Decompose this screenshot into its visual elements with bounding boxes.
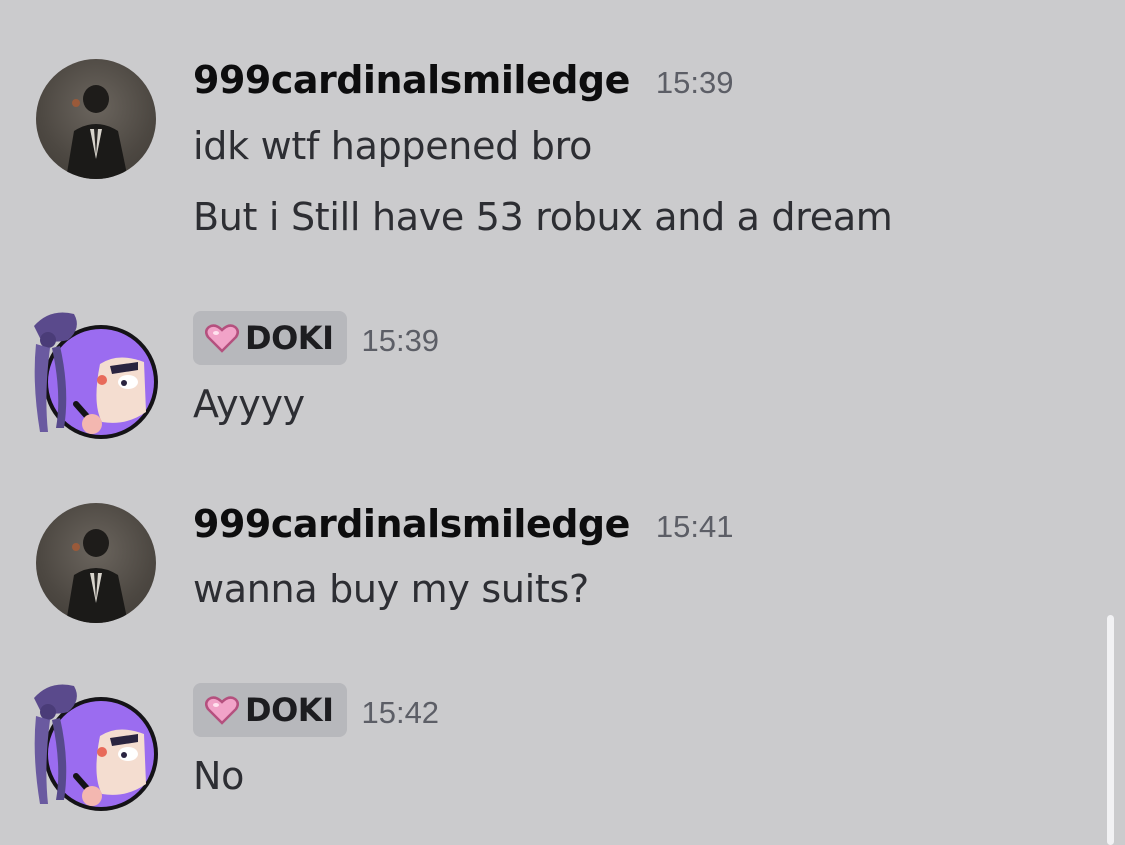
chat-message-list[interactable]: 999cardinalsmiledge 15:39 idk wtf happen… [0, 0, 1125, 845]
username: DOKI [245, 319, 334, 357]
user-avatar[interactable] [22, 676, 162, 816]
scrollbar[interactable] [1107, 615, 1114, 845]
timestamp: 15:41 [655, 509, 734, 544]
doki-avatar-icon [34, 312, 158, 439]
message-header: DOKI 15:39 [193, 311, 439, 365]
message-text: No [193, 754, 245, 798]
photo-avatar-icon [36, 503, 156, 623]
username: DOKI [245, 691, 334, 729]
message-header: 999cardinalsmiledge 15:39 [193, 58, 733, 102]
message-text: But i Still have 53 robux and a dream [193, 195, 893, 239]
pink-heart-icon [205, 324, 239, 353]
timestamp: 15:42 [361, 695, 440, 730]
photo-avatar-icon [36, 59, 156, 179]
username[interactable]: 999cardinalsmiledge [193, 58, 630, 102]
user-avatar[interactable] [22, 304, 162, 444]
message-header: 999cardinalsmiledge 15:41 [193, 502, 733, 546]
timestamp: 15:39 [655, 65, 734, 100]
username[interactable]: 999cardinalsmiledge [193, 502, 630, 546]
user-avatar[interactable] [22, 503, 162, 643]
message-text: idk wtf happened bro [193, 124, 593, 168]
message-text: wanna buy my suits? [193, 567, 589, 611]
author-tag[interactable]: DOKI [193, 311, 348, 365]
user-avatar[interactable] [22, 59, 162, 199]
timestamp: 15:39 [361, 323, 440, 358]
pink-heart-icon [205, 696, 239, 725]
author-tag[interactable]: DOKI [193, 683, 348, 737]
message-header: DOKI 15:42 [193, 683, 439, 737]
doki-avatar-icon [34, 684, 158, 811]
message-text: Ayyyy [193, 382, 305, 426]
